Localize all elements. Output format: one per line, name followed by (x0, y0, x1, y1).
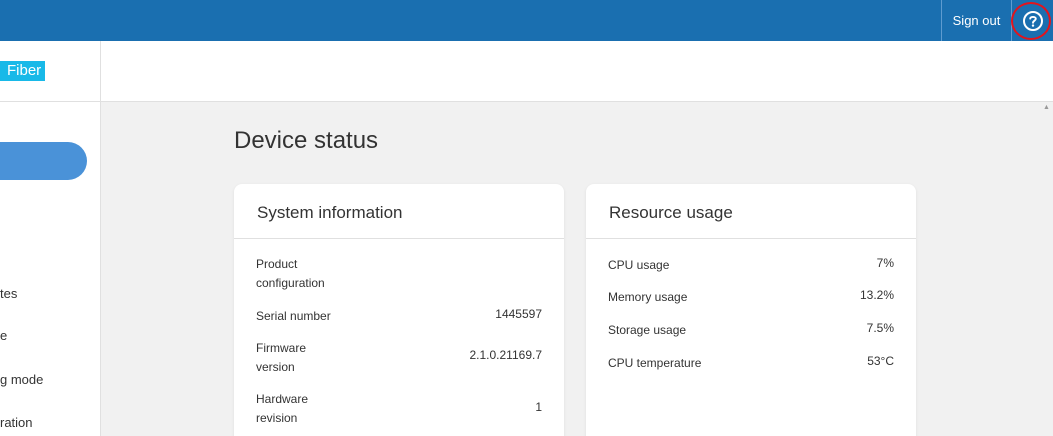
sidebar-item-3[interactable]: g mode (0, 372, 43, 387)
scroll-up-icon[interactable]: ▲ (1043, 104, 1050, 111)
row-label: CPU usage (608, 258, 670, 272)
table-row: Memory usage 13.2% (608, 288, 894, 307)
highlight-circle-annotation (1011, 2, 1051, 40)
row-value: 1 (535, 400, 542, 414)
logo-area: Fiber (0, 41, 101, 102)
row-value: 1445597 (495, 307, 542, 321)
table-row: CPU usage 7% (608, 256, 894, 275)
system-information-card: System information Product configuration… (234, 184, 564, 436)
table-row: Hardware revision 1 (256, 390, 542, 428)
row-value: 53°C (867, 354, 894, 368)
table-row: Serial number 1445597 (256, 307, 542, 326)
content-header (101, 41, 1053, 102)
brand-logo: Fiber (0, 61, 46, 81)
row-label: Hardware revision (256, 392, 309, 425)
row-label: Firmware version (256, 341, 306, 374)
row-value: 2.1.0.21169.7 (469, 348, 542, 362)
sidebar-active-nav-item[interactable] (0, 142, 87, 180)
row-value: 7.5% (866, 321, 894, 335)
row-label: Memory usage (608, 290, 688, 304)
card-title: System information (234, 184, 564, 239)
sidebar-item-2[interactable]: e (0, 328, 7, 343)
row-label: Product configuration (256, 257, 325, 290)
table-row: Firmware version 2.1.0.21169.7 (256, 339, 542, 377)
page-title: Device status (234, 127, 379, 154)
row-label: Serial number (256, 309, 331, 323)
sidebar: Fiber tes e g mode ration (0, 41, 101, 436)
sidebar-item-4[interactable]: ration (0, 415, 33, 430)
row-value: 7% (876, 256, 894, 270)
table-row: Storage usage 7.5% (608, 321, 894, 340)
table-row: Product configuration (256, 255, 542, 293)
row-label: CPU temperature (608, 356, 702, 370)
row-label: Storage usage (608, 323, 687, 337)
top-bar: Sign out (0, 0, 1053, 41)
table-row: CPU temperature 53°C (608, 354, 894, 373)
card-title: Resource usage (586, 184, 916, 239)
row-value: 13.2% (859, 288, 894, 302)
sign-out-button[interactable]: Sign out (941, 0, 1012, 41)
resource-usage-card: Resource usage CPU usage 7% Memory usage… (586, 184, 916, 436)
sidebar-item-1[interactable]: tes (0, 286, 17, 301)
